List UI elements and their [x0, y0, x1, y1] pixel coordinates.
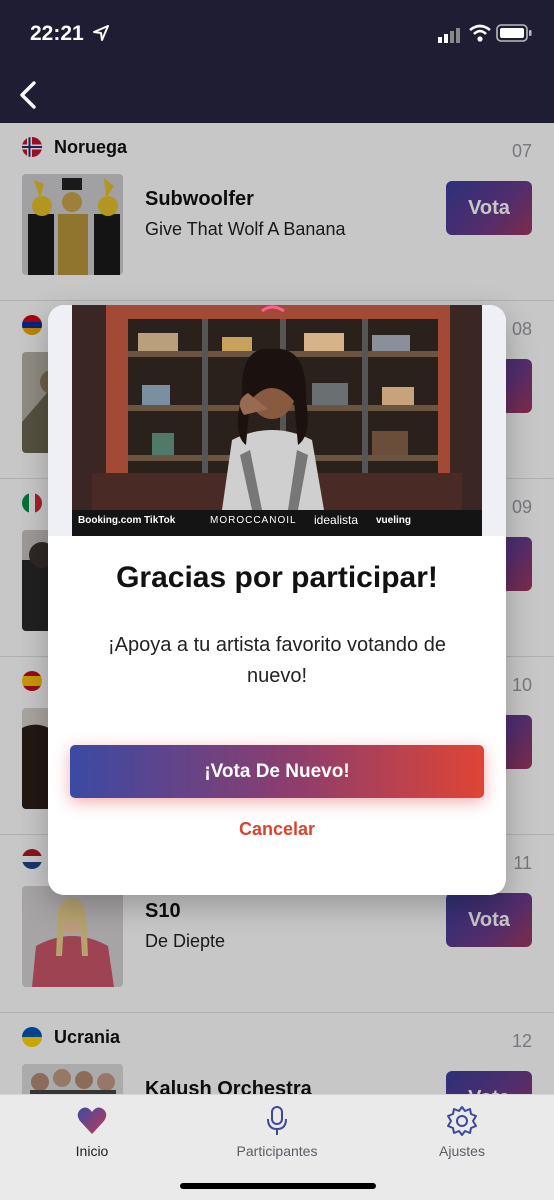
location-arrow-icon [93, 25, 109, 41]
video-container: Booking.com TikTok MOROCCANOIL idealista… [48, 305, 506, 536]
tab-ajustes[interactable]: Ajustes [392, 1105, 532, 1165]
sponsor-vueling: vueling [376, 515, 412, 526]
tab-label: Ajustes [439, 1143, 485, 1159]
sponsor-moroccanoil: MOROCCANOIL [210, 515, 297, 526]
sponsor-tiktok: TikTok [144, 515, 176, 526]
cancel-button[interactable]: Cancelar [48, 819, 506, 840]
dialog-message: ¡Apoya a tu artista favorito votando de … [108, 634, 446, 687]
cellular-signal-icon [438, 28, 460, 43]
gear-icon [447, 1106, 477, 1136]
thank-you-dialog: Booking.com TikTok MOROCCANOIL idealista… [48, 305, 506, 895]
vote-again-button[interactable]: ¡Vota De Nuevo! [70, 745, 484, 798]
tab-inicio[interactable]: Inicio [22, 1105, 162, 1165]
video-thumbnail[interactable]: Booking.com TikTok MOROCCANOIL idealista… [72, 305, 482, 536]
heart-icon [77, 1107, 107, 1134]
home-indicator[interactable] [180, 1183, 376, 1189]
battery-icon [496, 24, 532, 42]
sponsor-booking: Booking.com [78, 515, 142, 526]
tab-participantes[interactable]: Participantes [207, 1105, 347, 1165]
microphone-icon [267, 1106, 287, 1135]
tab-label: Participantes [236, 1143, 318, 1159]
sponsor-idealista: idealista [314, 513, 359, 527]
back-button[interactable] [14, 78, 44, 112]
video-frame-image [72, 305, 482, 510]
status-bar: 22:21 [0, 18, 554, 50]
wifi-icon [469, 24, 491, 42]
status-time: 22:21 [30, 22, 84, 45]
sponsor-strip: Booking.com TikTok MOROCCANOIL idealista… [72, 510, 482, 536]
dialog-title: Gracias por participar! [116, 561, 438, 594]
tab-label: Inicio [75, 1143, 109, 1159]
top-bar: 22:21 [0, 0, 554, 123]
